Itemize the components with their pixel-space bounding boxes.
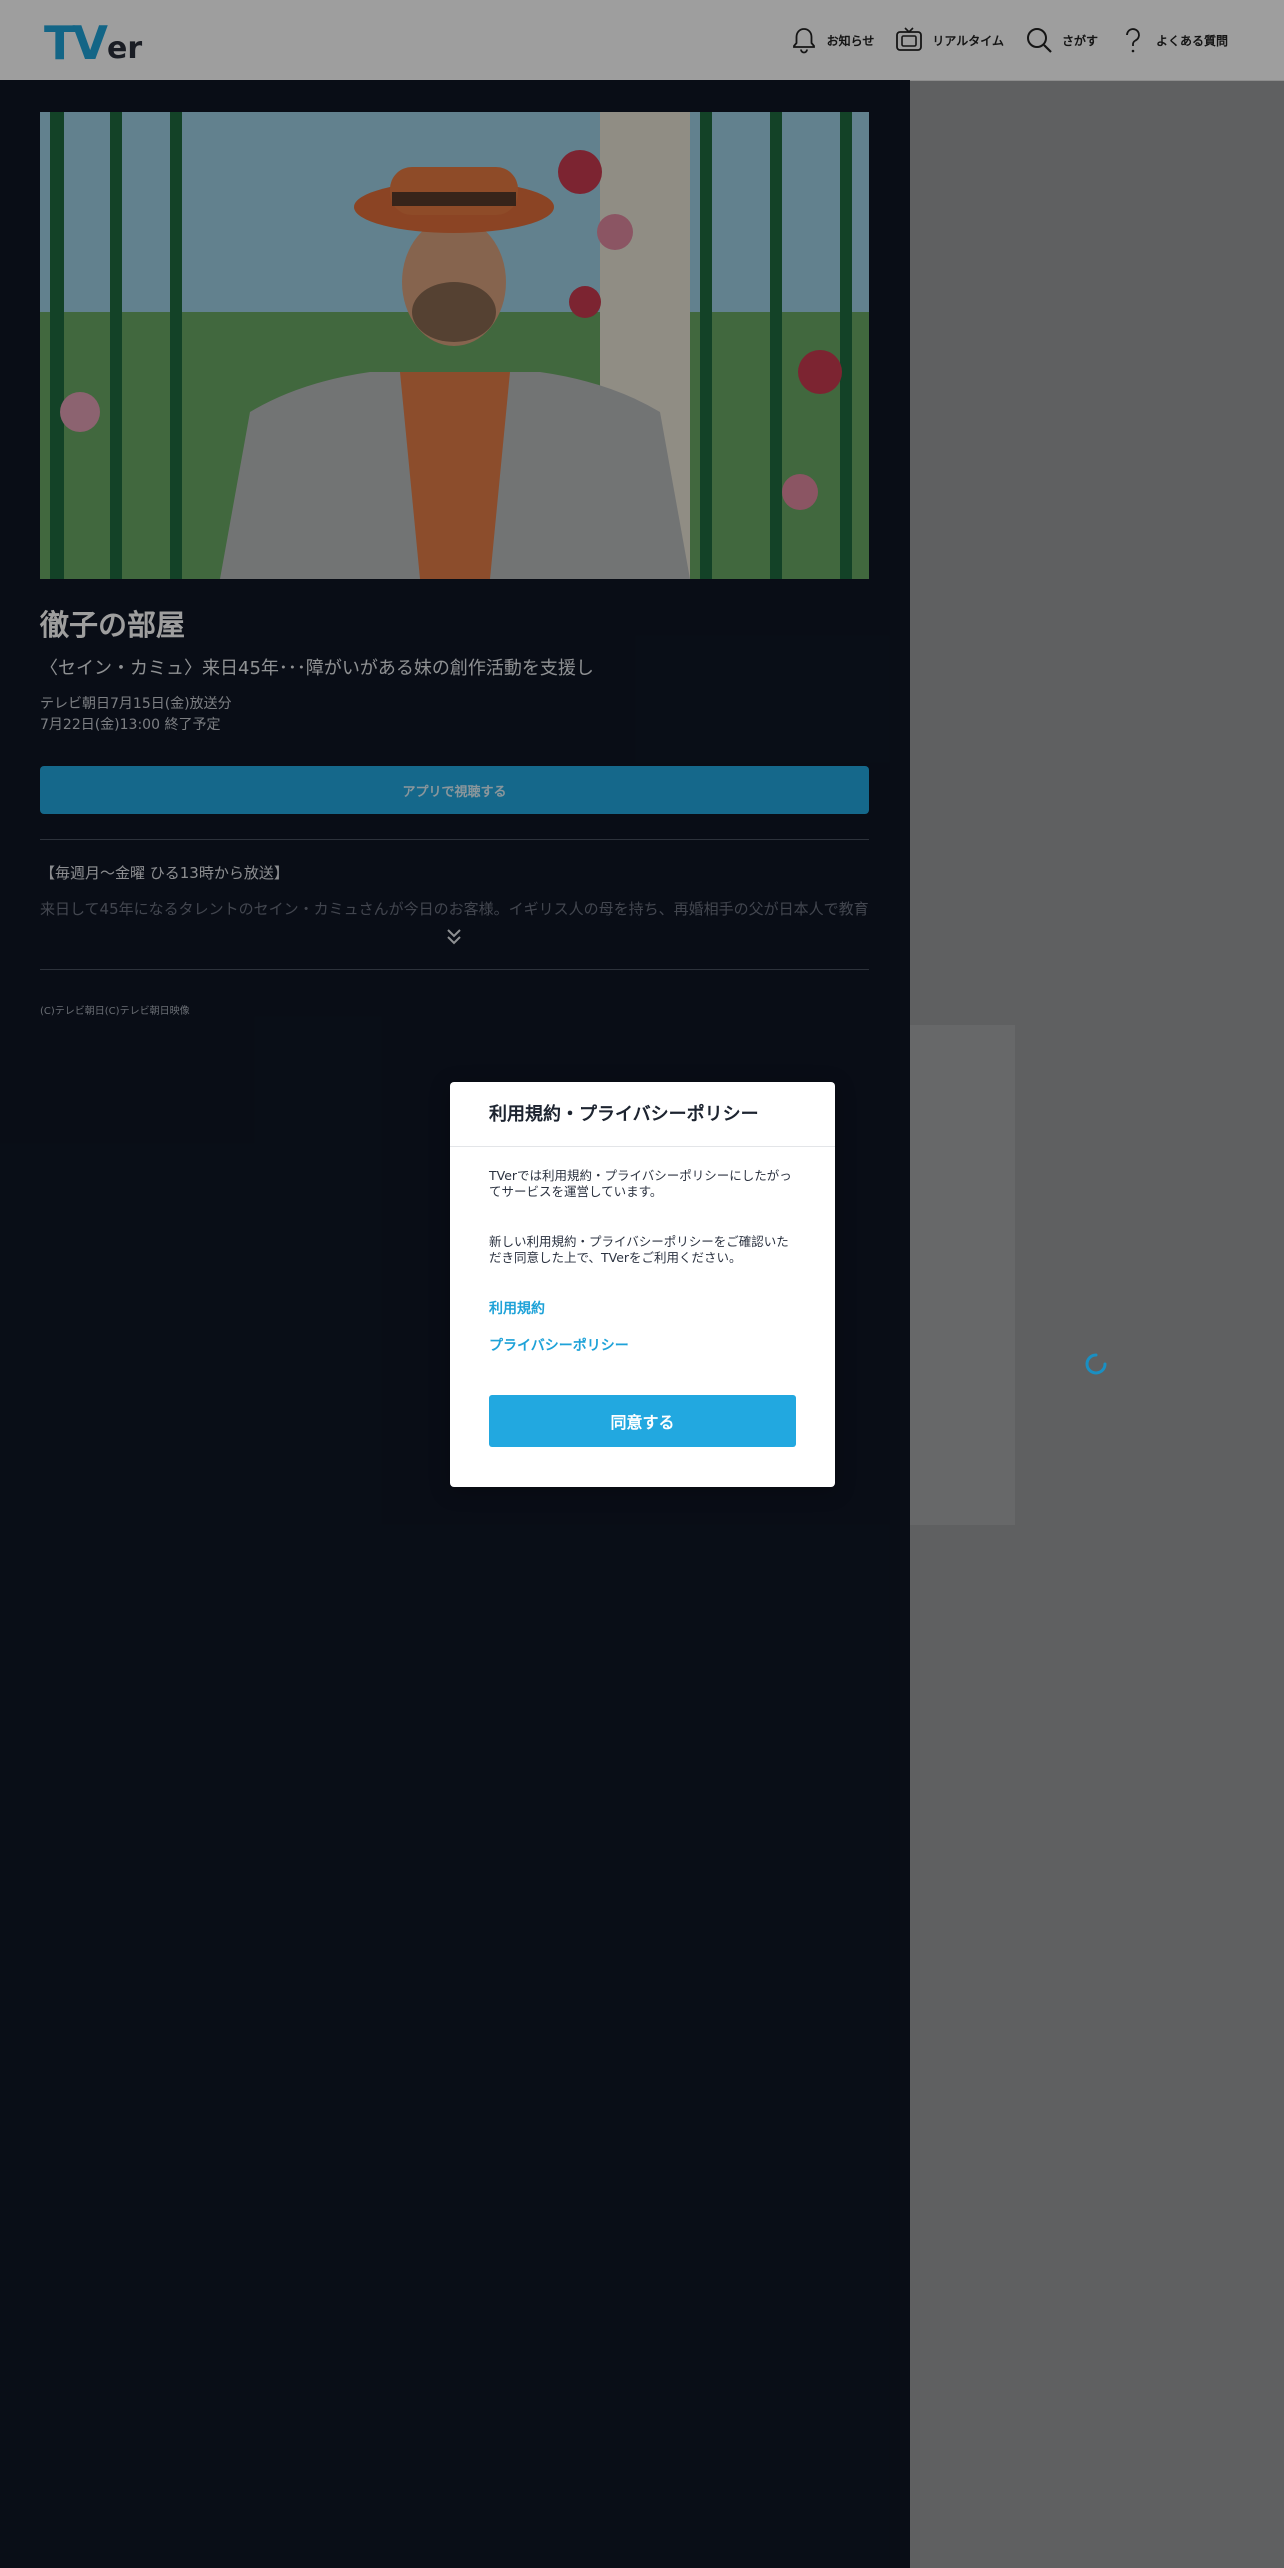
- agree-button[interactable]: 同意する: [489, 1395, 796, 1447]
- dialog-divider: [450, 1146, 835, 1147]
- dialog-text-1: TVerでは利用規約・プライバシーポリシーにしたがってサービスを運営しています。: [489, 1168, 792, 1199]
- dialog-text-2: 新しい利用規約・プライバシーポリシーをご確認いただき同意した上で、TVerをご利…: [489, 1234, 789, 1265]
- privacy-policy-link[interactable]: プライバシーポリシー: [489, 1335, 629, 1355]
- side-panel: [910, 1025, 1015, 1525]
- terms-consent-dialog: 利用規約・プライバシーポリシー TVerでは利用規約・プライバシーポリシーにした…: [450, 1082, 835, 1487]
- dialog-title: 利用規約・プライバシーポリシー: [489, 1104, 759, 1125]
- loading-spinner-icon: [1085, 1353, 1107, 1375]
- terms-link[interactable]: 利用規約: [489, 1298, 545, 1318]
